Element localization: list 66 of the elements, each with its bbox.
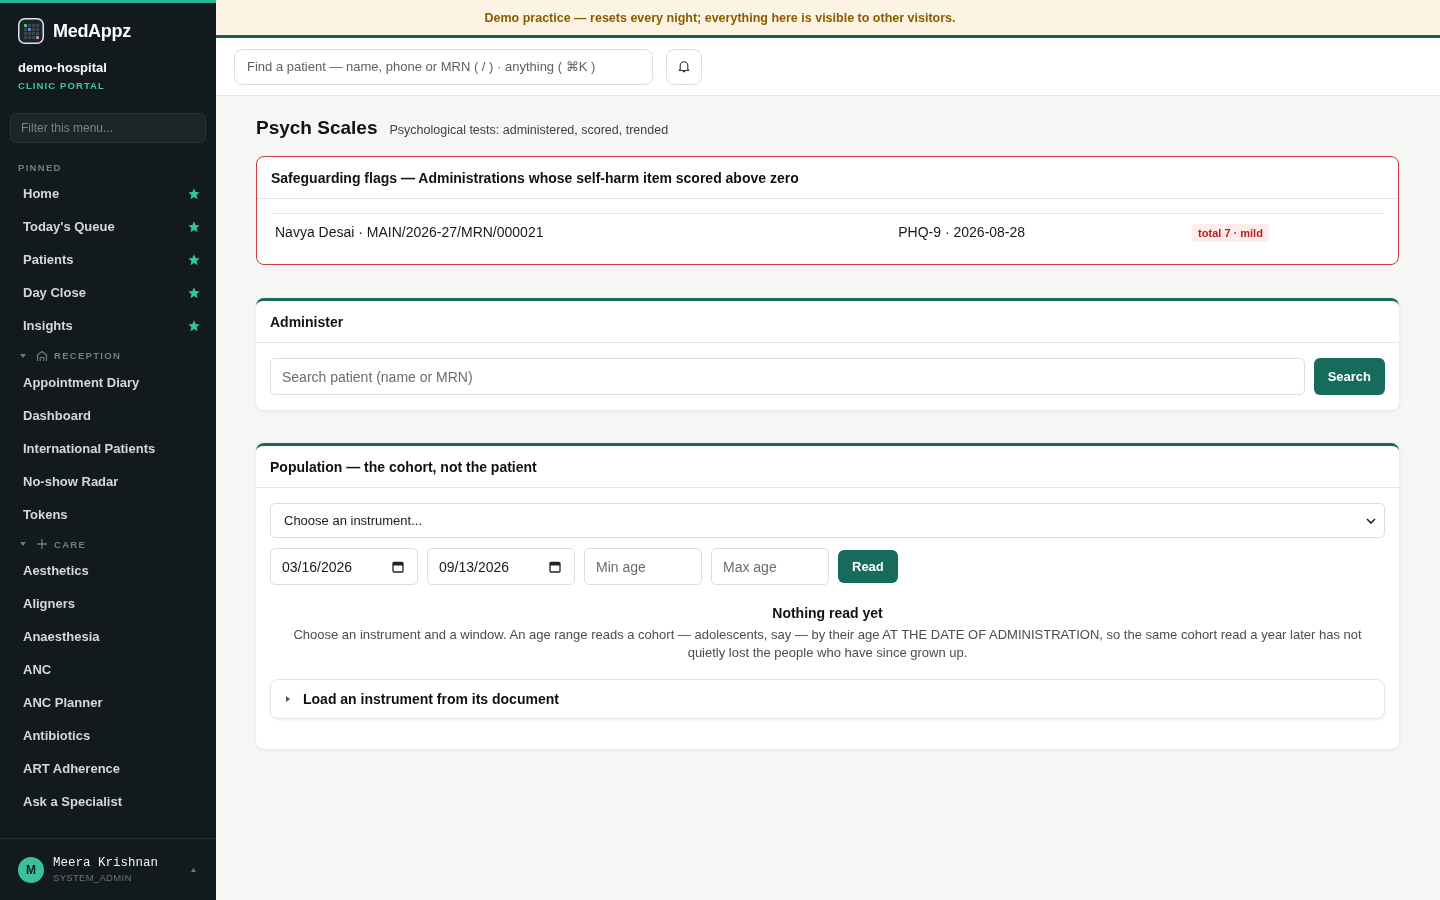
nav-item[interactable]: Home: [10, 184, 206, 203]
nav-item[interactable]: Tokens: [10, 505, 206, 523]
section-heading: PINNED: [18, 161, 62, 173]
nav-item[interactable]: Antibiotics: [10, 726, 206, 745]
calendar-icon[interactable]: [392, 560, 404, 573]
logo-icon: [18, 18, 44, 44]
caret-icon[interactable]: [20, 353, 26, 358]
demo-banner: Demo practice — resets every night; everything here is visible to other visitors.: [216, 0, 1440, 38]
instrument-loader-toggle[interactable]: Load an instrument from its document: [270, 679, 1385, 719]
min-age-field[interactable]: Min age: [584, 548, 702, 585]
card-title: Administer: [256, 301, 1399, 343]
portal-label: CLINIC PORTAL: [18, 80, 105, 92]
brand-name: MedAppz: [53, 20, 131, 42]
nav-item[interactable]: Appointment Diary: [10, 373, 206, 391]
plus-icon: [36, 538, 48, 550]
nav-item[interactable]: Insights: [10, 316, 206, 335]
page-subtitle: Psychological tests: administered, scored, trended: [389, 123, 669, 137]
star-icon[interactable]: [188, 319, 200, 332]
date-to-field[interactable]: 09/13/2026: [427, 548, 575, 585]
star-icon[interactable]: [188, 220, 200, 233]
house-icon: [36, 349, 48, 362]
star-icon[interactable]: [188, 286, 200, 299]
section-heading: CARE: [54, 538, 87, 550]
calendar-icon[interactable]: [549, 560, 561, 573]
read-button[interactable]: Read: [838, 550, 898, 583]
patient-search-field[interactable]: Find a patient — name, phone or MRN ( / ) · anything ( ⌘K ): [234, 48, 653, 85]
chevron-down-icon: [1366, 517, 1376, 524]
nav-item[interactable]: Aesthetics: [10, 561, 206, 580]
max-age-field[interactable]: Max age: [711, 548, 829, 585]
caret-icon[interactable]: [191, 867, 196, 872]
star-icon[interactable]: [188, 187, 200, 200]
nav-item[interactable]: Aligners: [10, 594, 206, 613]
nav-item[interactable]: No-show Radar: [10, 472, 206, 490]
page-title: Psych Scales: [256, 118, 378, 138]
empty-state-text: Choose an instrument and a window. An age range reads a cohort — adolescents, say — by their age AT THE DATE OF ADMINISTRATION, so the same cohort read a year later has not quietly lost the people who have since grown up.: [292, 626, 1363, 662]
instrument-select[interactable]: Choose an instrument...: [270, 503, 1385, 538]
nav-item[interactable]: ANC Planner: [10, 693, 206, 712]
avatar-icon: M: [18, 856, 44, 883]
nav-item[interactable]: Day Close: [10, 283, 206, 302]
patient-cell-text: Navya Desai · MAIN/2026-27/MRN/000021: [274, 224, 545, 240]
card-title: Safeguarding flags — Administrations whose self-harm item scored above zero: [257, 157, 1398, 199]
bell-icon: [678, 60, 690, 73]
loader-label: Load an instrument from its document: [303, 691, 559, 707]
nav-item[interactable]: Today's Queue: [10, 217, 206, 236]
section-heading: RECEPTION: [54, 350, 122, 361]
notifications-button[interactable]: [666, 48, 702, 85]
user-role: SYSTEM_ADMIN: [53, 870, 132, 884]
caret-icon[interactable]: [20, 542, 26, 546]
administration-cell-text: PHQ-9 · 2026-08-28: [897, 224, 1027, 240]
menu-filter-field[interactable]: Filter this menu...: [10, 113, 206, 143]
nav-item[interactable]: ANC: [10, 660, 206, 679]
user-name: Meera Krishnan: [53, 855, 159, 871]
empty-state-title: Nothing read yet: [772, 604, 883, 623]
nav-item[interactable]: Patients: [10, 250, 206, 269]
nav-item[interactable]: Ask a Specialist: [10, 792, 206, 811]
card-title: Population — the cohort, not the patient: [256, 446, 1399, 488]
organization-name: demo-hospital: [18, 60, 107, 76]
nav-item[interactable]: International Patients: [10, 439, 206, 457]
date-from-field[interactable]: 03/16/2026: [270, 548, 418, 585]
search-button[interactable]: Search: [1313, 358, 1385, 395]
star-icon[interactable]: [188, 253, 200, 266]
patient-search-field[interactable]: Search patient (name or MRN): [270, 358, 1305, 395]
severity-badge: total 7 · mild: [1192, 224, 1269, 242]
nav-item[interactable]: Anaesthesia: [10, 627, 206, 646]
nav-item[interactable]: Dashboard: [10, 406, 206, 424]
nav-item[interactable]: ART Adherence: [10, 759, 206, 778]
